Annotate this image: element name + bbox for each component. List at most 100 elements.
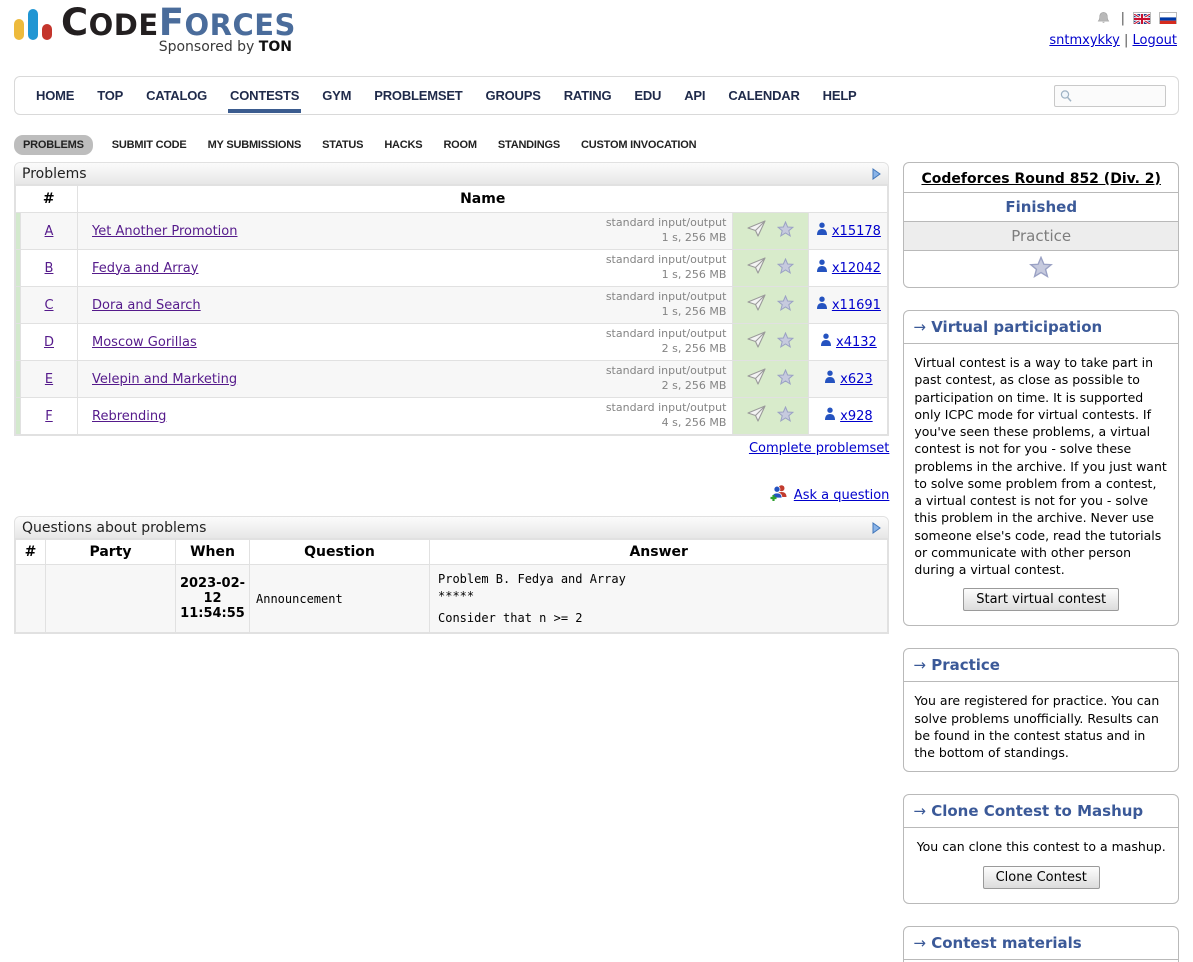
contest-status: Finished [904, 193, 1178, 222]
logo-word-forces-cap: F [159, 1, 185, 44]
tab-custom-invocation[interactable]: CUSTOM INVOCATION [579, 135, 698, 155]
tab-room[interactable]: ROOM [441, 135, 478, 155]
logo-word-forces: ORCES [184, 8, 295, 42]
tab-problems[interactable]: PROBLEMS [14, 135, 93, 155]
practice-title: Practice [931, 656, 1000, 674]
submit-plane-icon[interactable] [747, 257, 767, 279]
caption-arrow-icon: → [913, 656, 926, 674]
favorite-star-icon[interactable] [777, 295, 794, 315]
problems-section-header: Problems [15, 163, 888, 185]
solvers-count-link[interactable]: x12042 [832, 261, 881, 276]
problem-title-link[interactable]: Rebrending [92, 409, 166, 424]
problem-index-link[interactable]: C [44, 298, 53, 313]
problem-title-link[interactable]: Fedya and Array [92, 261, 198, 276]
clone-contest-button[interactable]: Clone Contest [983, 866, 1100, 889]
search-input[interactable] [1075, 89, 1161, 103]
menu-item-help[interactable]: HELP [821, 79, 859, 113]
submit-plane-icon[interactable] [747, 368, 767, 390]
contest-materials-caption: → Contest materials [904, 927, 1178, 960]
logo-bar-blue [28, 9, 38, 40]
q-column-party: Party [46, 540, 176, 565]
submit-plane-icon[interactable] [747, 220, 767, 242]
complete-problemset-link[interactable]: Complete problemset [749, 441, 889, 456]
site-header: CODEFORCES Sponsored by TON | sntmxykky [0, 0, 1193, 72]
menu-item-rating[interactable]: RATING [562, 79, 614, 113]
sponsored-by-text: Sponsored by [159, 39, 259, 55]
tab-standings[interactable]: STANDINGS [496, 135, 562, 155]
problem-title-link[interactable]: Moscow Gorillas [92, 335, 197, 350]
menu-item-calendar[interactable]: CALENDAR [726, 79, 801, 113]
menu-item-edu[interactable]: EDU [632, 79, 663, 113]
page: CODEFORCES Sponsored by TON | sntmxykky [0, 0, 1193, 962]
favorite-star-icon[interactable] [777, 406, 794, 426]
questions-section-header: Questions about problems [15, 517, 888, 539]
contest-favorite-star-icon[interactable] [904, 251, 1178, 287]
start-virtual-contest-button[interactable]: Start virtual contest [963, 588, 1119, 611]
tab-my-submissions[interactable]: MY SUBMISSIONS [206, 135, 304, 155]
questions-table: # Party When Question Answer 2023-02-12 … [15, 539, 888, 633]
problem-limits: standard input/output4 s, 256 MB [606, 401, 727, 431]
menu-item-groups[interactable]: GROUPS [484, 79, 543, 113]
problem-title-link[interactable]: Velepin and Marketing [92, 372, 237, 387]
problems-section: Problems # Name A [14, 162, 889, 436]
submit-plane-icon[interactable] [747, 294, 767, 316]
problems-table-header-row: # Name [16, 186, 888, 213]
ask-question-icon [769, 484, 789, 506]
favorite-star-icon[interactable] [777, 258, 794, 278]
virtual-participation-box: → Virtual participation Virtual contest … [903, 310, 1179, 626]
logo-bar-yellow [14, 19, 24, 40]
menu-item-gym[interactable]: GYM [320, 79, 353, 113]
submit-plane-icon[interactable] [747, 405, 767, 427]
solvers-count-link[interactable]: x928 [840, 409, 873, 424]
problem-index-link[interactable]: A [45, 224, 54, 239]
solvers-person-icon [824, 407, 836, 425]
solvers-person-icon [820, 333, 832, 351]
favorite-star-icon[interactable] [777, 369, 794, 389]
column-name: Name [78, 186, 888, 213]
favorite-star-icon[interactable] [777, 221, 794, 241]
problem-index-link[interactable]: B [45, 261, 54, 276]
menu-item-catalog[interactable]: CATALOG [144, 79, 209, 113]
problem-row-e: E Velepin and Marketing standard input/o… [16, 361, 888, 398]
favorite-star-icon[interactable] [777, 332, 794, 352]
contest-title-link[interactable]: Codeforces Round 852 (Div. 2) [921, 171, 1160, 187]
q-column-index: # [16, 540, 46, 565]
username-link[interactable]: sntmxykky [1049, 33, 1119, 48]
ask-question-link[interactable]: Ask a question [794, 488, 890, 503]
questions-section-title: Questions about problems [22, 520, 206, 536]
menu-item-api[interactable]: API [682, 79, 707, 113]
problem-index-link[interactable]: F [45, 409, 52, 424]
problem-row-d: D Moscow Gorillas standard input/output2… [16, 324, 888, 361]
tab-status[interactable]: STATUS [320, 135, 365, 155]
solvers-count-link[interactable]: x15178 [832, 224, 881, 239]
problem-index-link[interactable]: D [44, 335, 54, 350]
section-expand-arrow-icon[interactable] [872, 522, 881, 534]
tab-hacks[interactable]: HACKS [382, 135, 424, 155]
russian-flag-icon[interactable] [1159, 12, 1177, 24]
solvers-person-icon [824, 370, 836, 388]
problem-title-link[interactable]: Dora and Search [92, 298, 201, 313]
codeforces-logo[interactable]: CODEFORCES Sponsored by TON [14, 6, 314, 54]
solvers-count-link[interactable]: x623 [840, 372, 873, 387]
problem-title-link[interactable]: Yet Another Promotion [92, 224, 237, 239]
menu-item-contests[interactable]: CONTESTS [228, 79, 301, 113]
problem-limits: standard input/output2 s, 256 MB [606, 327, 727, 357]
english-flag-icon[interactable] [1133, 12, 1151, 24]
solvers-count-link[interactable]: x11691 [832, 298, 881, 313]
question-party [46, 565, 176, 633]
problem-index-link[interactable]: E [45, 372, 53, 387]
problem-row-f: F Rebrending standard input/output4 s, 2… [16, 398, 888, 435]
problems-section-title: Problems [22, 166, 87, 182]
solvers-person-icon [816, 259, 828, 277]
section-expand-arrow-icon[interactable] [872, 168, 881, 180]
solvers-count-link[interactable]: x4132 [836, 335, 877, 350]
menu-item-top[interactable]: TOP [95, 79, 125, 113]
menu-item-home[interactable]: HOME [34, 79, 76, 113]
question-when: 2023-02-12 11:54:55 [176, 565, 250, 633]
questions-section: Questions about problems # Party When Qu… [14, 516, 889, 634]
submit-plane-icon[interactable] [747, 331, 767, 353]
menu-item-problemset[interactable]: PROBLEMSET [372, 79, 464, 113]
bell-icon[interactable] [1096, 11, 1111, 26]
logout-link[interactable]: Logout [1132, 33, 1177, 48]
tab-submit-code[interactable]: SUBMIT CODE [110, 135, 189, 155]
